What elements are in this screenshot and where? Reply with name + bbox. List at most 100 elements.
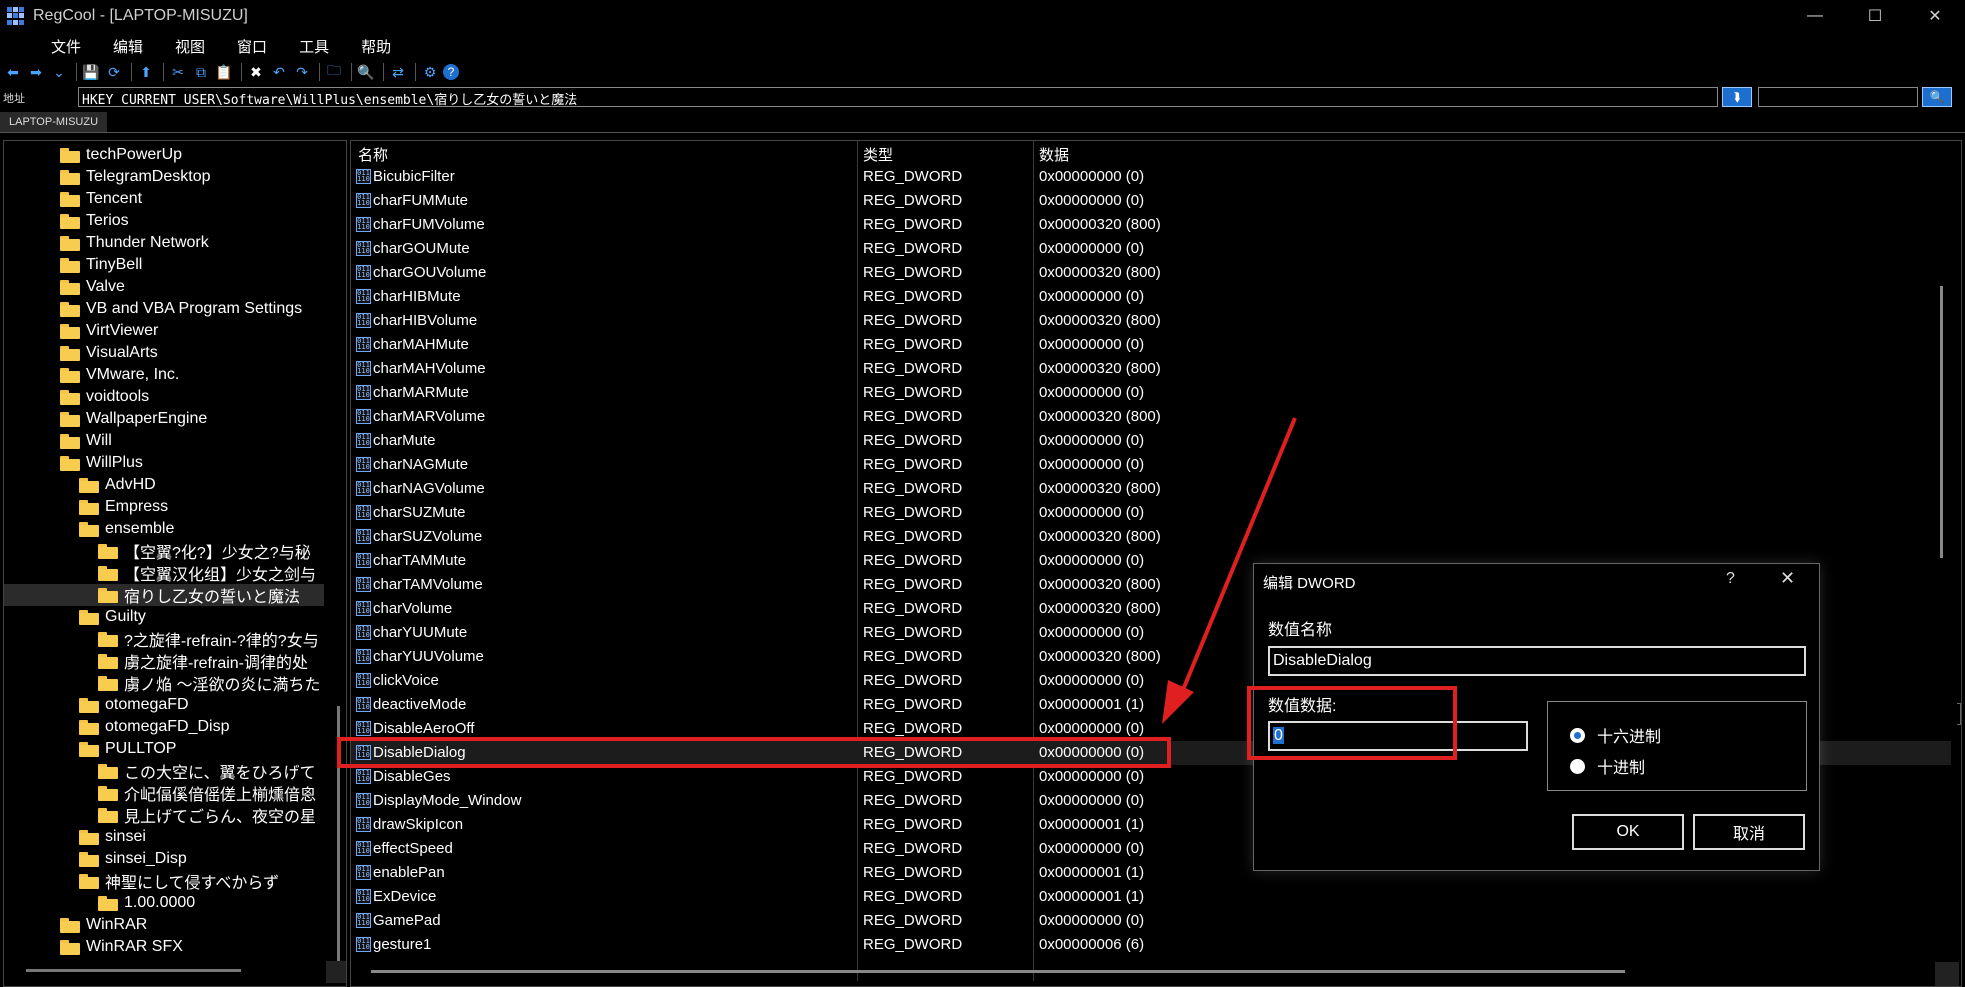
tree-node[interactable]: Tencent [4, 188, 324, 210]
back-icon[interactable]: ⬅ [3, 62, 23, 82]
radio-hexadecimal[interactable]: 十六进制 [1570, 723, 1661, 747]
menu-item[interactable]: 工具 [299, 36, 329, 57]
tree-node[interactable]: sinsei_Disp [4, 848, 324, 870]
cut-icon[interactable]: ✂ [168, 62, 188, 82]
forward-icon[interactable]: ➡ [26, 62, 46, 82]
tree-node[interactable]: WinRAR SFX [4, 936, 324, 958]
help-icon[interactable]: ? [443, 64, 459, 80]
tree-node[interactable]: voidtools [4, 386, 324, 408]
tree-node[interactable]: 【空翼汉化组】少女之剑与 [4, 562, 324, 584]
tree-node[interactable]: TinyBell [4, 254, 324, 276]
dialog-close-button[interactable]: ✕ [1780, 568, 1795, 589]
tree-node[interactable]: 【空翼?化?】少女之?与秘 [4, 540, 324, 562]
tree-node[interactable]: 見上げてごらん、夜空の星 [4, 804, 324, 826]
delete-icon[interactable]: ✖ [246, 62, 266, 82]
tree-node[interactable]: otomegaFD [4, 694, 324, 716]
tree-node[interactable]: PULLTOP [4, 738, 324, 760]
maximize-button[interactable]: ☐ [1845, 0, 1905, 32]
paste-icon[interactable]: 📋 [214, 62, 234, 82]
tree-node[interactable]: 宿りし乙女の誓いと魔法 [4, 584, 324, 606]
find-icon[interactable]: 🔍 [356, 62, 376, 82]
close-button[interactable]: ✕ [1905, 0, 1965, 32]
tree-horizontal-scrollbar[interactable] [26, 969, 241, 972]
address-input[interactable]: HKEY_CURRENT_USER\Software\WillPlus\ense… [78, 87, 1718, 107]
minimize-button[interactable]: — [1785, 0, 1845, 32]
tree-node[interactable]: otomegaFD_Disp [4, 716, 324, 738]
column-header-data[interactable]: 数据 [1039, 144, 1069, 165]
tree-node[interactable]: ensemble [4, 518, 324, 540]
go-button[interactable]: ⮯ [1722, 87, 1752, 107]
menu-item[interactable]: 窗口 [237, 36, 267, 57]
tree-node[interactable]: VisualArts [4, 342, 324, 364]
tree-node[interactable]: 虜ノ焔 ～淫欲の炎に満ちた [4, 672, 324, 694]
menu-item[interactable]: 编辑 [113, 36, 143, 57]
dropdown-icon[interactable]: ⌄ [49, 62, 69, 82]
tree-node[interactable]: VB and VBA Program Settings [4, 298, 324, 320]
menu-item[interactable]: 帮助 [361, 36, 391, 57]
copy-icon[interactable]: ⧉ [191, 62, 211, 82]
tree-node[interactable]: この大空に、翼をひろげて [4, 760, 324, 782]
list-horizontal-scrollbar[interactable] [371, 970, 1625, 973]
undo-icon[interactable]: ↶ [269, 62, 289, 82]
table-row[interactable]: 011 110 charGOUVolume REG_DWORD 0x00000320 (… [351, 261, 1951, 285]
tree-node[interactable]: VirtViewer [4, 320, 324, 342]
value-name-cell: charGOUMute [373, 240, 470, 257]
registry-tree[interactable]: WinRAR SFX WinRAR 1.00.0000 神聖にして侵すべからず sins… [3, 140, 347, 987]
tree-node[interactable]: WinRAR [4, 914, 324, 936]
cancel-button[interactable]: 取消 [1693, 814, 1805, 850]
column-header-name[interactable]: 名称 [358, 144, 388, 165]
table-row[interactable]: 011 110 charHIBVolume REG_DWORD 0x00000320 (… [351, 309, 1951, 333]
menu-item[interactable]: 文件 [51, 36, 81, 57]
up-icon[interactable]: ⬆ [136, 62, 156, 82]
menu-item[interactable]: 视图 [175, 36, 205, 57]
search-button[interactable]: 🔍 [1922, 87, 1952, 107]
tree-node[interactable]: AdvHD [4, 474, 324, 496]
new-key-icon[interactable]: 🗀 [324, 62, 344, 82]
tree-node-label: WinRAR [86, 916, 148, 933]
value-name-cell: charFUMVolume [373, 216, 485, 233]
radio-checked-icon[interactable] [1570, 727, 1585, 743]
value-name-cell: ExDevice [373, 888, 437, 905]
table-row[interactable]: 011 110 gesture1 REG_DWORD 0x00000006 (6) [351, 933, 1951, 957]
tree-node[interactable]: Guilty [4, 606, 324, 628]
column-header-type[interactable]: 类型 [863, 144, 893, 165]
table-row[interactable]: 011 110 GamePad REG_DWORD 0x00000000 (0) [351, 909, 1951, 933]
refresh-icon[interactable]: ⟳ [104, 62, 124, 82]
table-row[interactable]: 011 110 ExDevice REG_DWORD 0x00000001 (1) [351, 885, 1951, 909]
table-row[interactable]: 011 110 charFUMVolume REG_DWORD 0x00000320 (… [351, 213, 1951, 237]
table-row[interactable]: 011 110 charMARMute REG_DWORD 0x00000000 (0) [351, 381, 1951, 405]
value-name-field[interactable]: DisableDialog [1268, 646, 1806, 676]
table-row[interactable]: 011 110 charFUMMute REG_DWORD 0x00000000 (0) [351, 189, 1951, 213]
table-row[interactable]: 011 110 charMAHMute REG_DWORD 0x00000000 (0) [351, 333, 1951, 357]
redo-icon[interactable]: ↷ [292, 62, 312, 82]
settings-icon[interactable]: ⚙ [420, 62, 440, 82]
tree-node[interactable]: 介屺偪傒偣傜傞上椾燻偣恖 [4, 782, 324, 804]
tree-node[interactable]: Thunder Network [4, 232, 324, 254]
table-row[interactable]: 011 110 charHIBMute REG_DWORD 0x00000000 (0) [351, 285, 1951, 309]
tree-node[interactable]: VMware, Inc. [4, 364, 324, 386]
tree-node[interactable]: Valve [4, 276, 324, 298]
tree-node[interactable]: Empress [4, 496, 324, 518]
table-row[interactable]: 011 110 BicubicFilter REG_DWORD 0x00000000 (… [351, 165, 1951, 189]
radio-decimal[interactable]: 十进制 [1570, 754, 1645, 778]
compare-icon[interactable]: ⇄ [388, 62, 408, 82]
radio-unchecked-icon[interactable] [1570, 758, 1585, 774]
tree-node[interactable]: 1.00.0000 [4, 892, 324, 914]
tree-node[interactable]: ?之旋律-refrain-?律的?女与 [4, 628, 324, 650]
search-input[interactable] [1758, 87, 1918, 107]
tree-node[interactable]: 神聖にして侵すべからず [4, 870, 324, 892]
tree-node[interactable]: Will [4, 430, 324, 452]
table-row[interactable]: 011 110 charMAHVolume REG_DWORD 0x00000320 (… [351, 357, 1951, 381]
tree-node[interactable]: TelegramDesktop [4, 166, 324, 188]
tree-node[interactable]: techPowerUp [4, 144, 324, 166]
tree-node[interactable]: sinsei [4, 826, 324, 848]
help-button[interactable]: ? [1726, 570, 1735, 588]
computer-tab[interactable]: LAPTOP-MISUZU [0, 112, 108, 132]
table-row[interactable]: 011 110 charGOUMute REG_DWORD 0x00000000 (0) [351, 237, 1951, 261]
tree-node[interactable]: Terios [4, 210, 324, 232]
save-icon[interactable]: 💾 [81, 62, 101, 82]
ok-button[interactable]: OK [1572, 814, 1684, 850]
tree-node[interactable]: WillPlus [4, 452, 324, 474]
tree-node[interactable]: 虜之旋律-refrain-调律的处 [4, 650, 324, 672]
tree-node[interactable]: WallpaperEngine [4, 408, 324, 430]
